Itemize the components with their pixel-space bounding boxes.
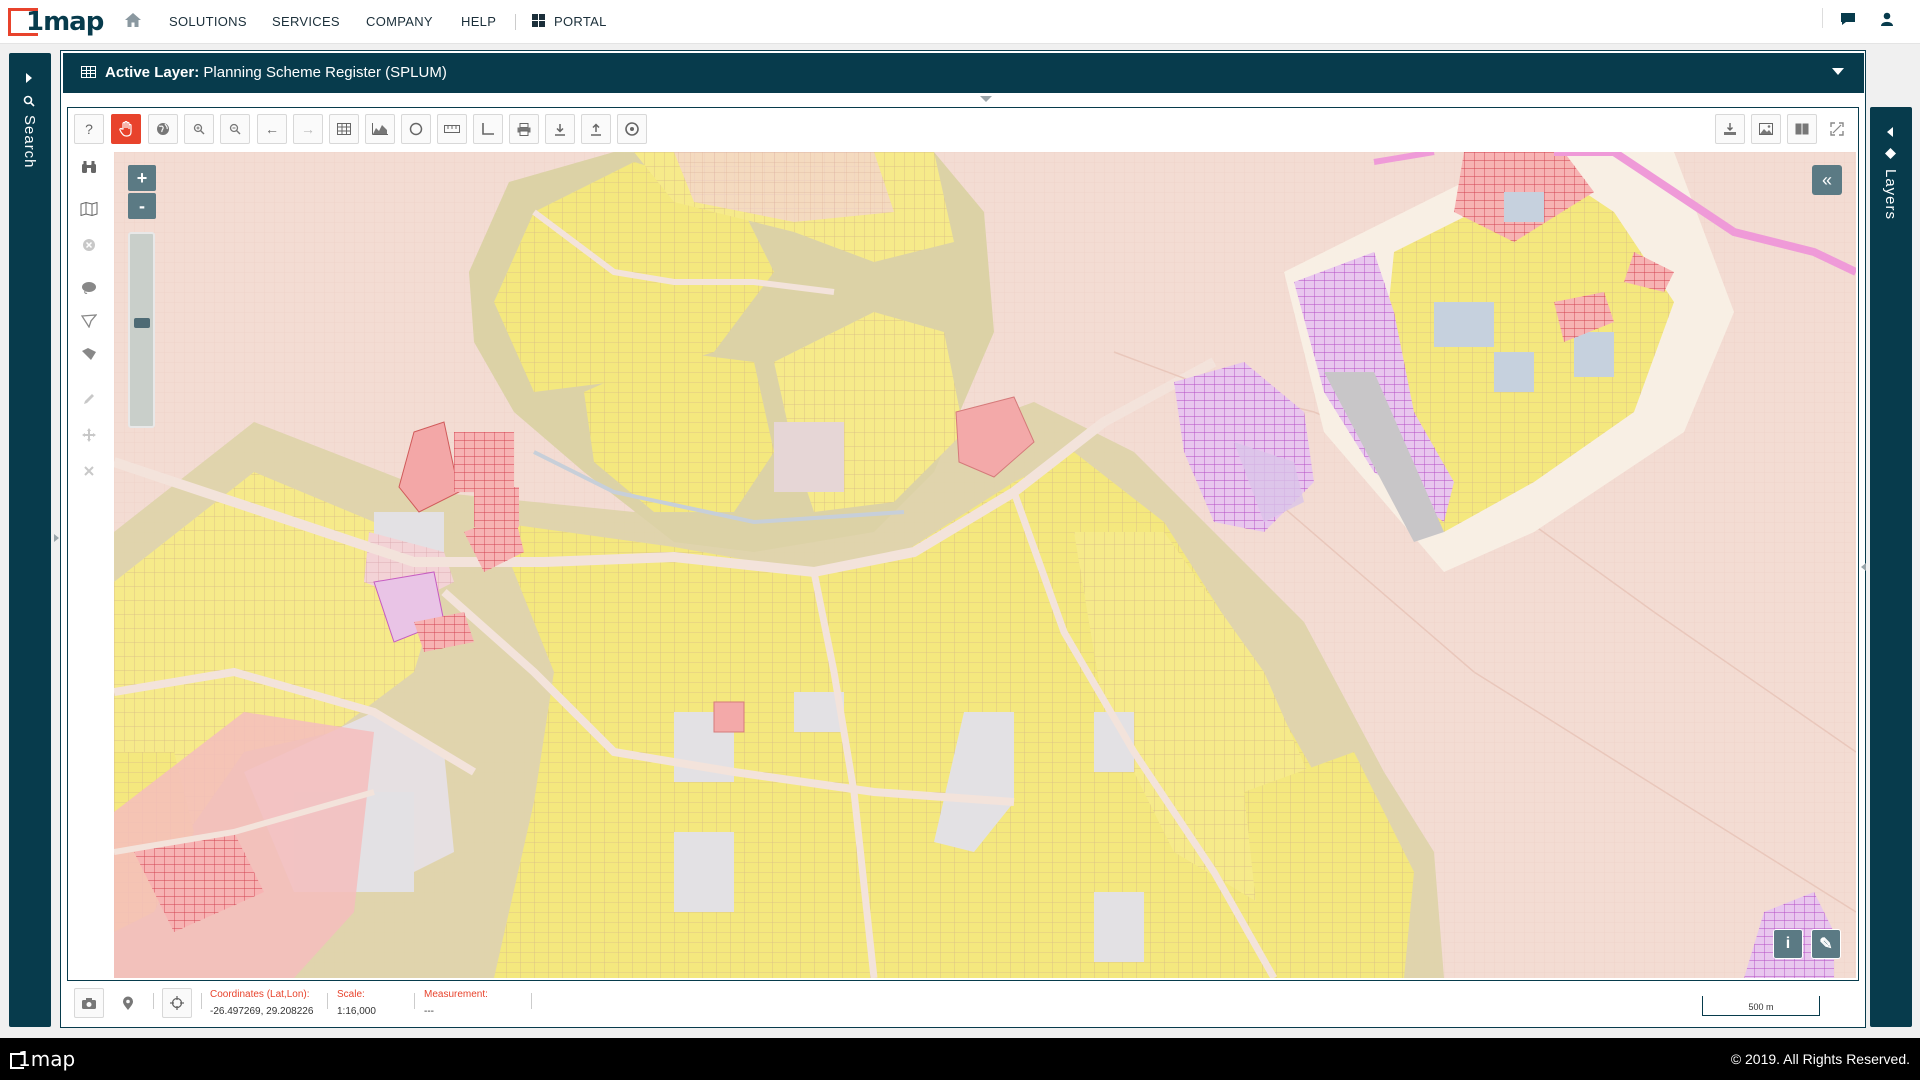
fullscreen-icon[interactable] <box>1822 114 1852 144</box>
settings-icon[interactable] <box>617 114 647 144</box>
measurement-value: --- <box>424 1006 434 1017</box>
location-pin-icon[interactable] <box>113 988 143 1018</box>
user-download-icon[interactable] <box>1715 114 1745 144</box>
help-icon[interactable]: ? <box>74 114 104 144</box>
coordinates-value: -26.497269, 29.208226 <box>210 1006 314 1017</box>
nav-right-divider <box>1822 8 1823 28</box>
search-icon <box>23 94 35 112</box>
scale-bar: 500 m <box>1702 996 1820 1016</box>
zoom-in-button[interactable]: + <box>128 165 156 191</box>
scale-label: Scale: <box>337 989 365 1000</box>
table-icon <box>81 66 96 78</box>
nav-company[interactable]: COMPANY <box>366 14 433 29</box>
map-canvas[interactable] <box>114 152 1856 978</box>
brand-logo[interactable]: 1map <box>8 6 104 38</box>
polygon-fill-icon[interactable] <box>74 339 104 369</box>
zoom-out-button[interactable]: - <box>128 193 156 219</box>
search-panel-toggle[interactable]: Search <box>9 53 51 1027</box>
nav-divider <box>515 14 516 30</box>
delete-icon[interactable] <box>74 456 104 486</box>
ruler-icon[interactable] <box>437 114 467 144</box>
layers-panel-toggle[interactable]: Layers <box>1870 107 1912 1027</box>
zoom-slider[interactable] <box>128 232 155 428</box>
upload-icon[interactable] <box>581 114 611 144</box>
lasso-circle-icon[interactable] <box>74 273 104 303</box>
download-icon[interactable] <box>545 114 575 144</box>
zoom-in-icon[interactable] <box>184 114 214 144</box>
status-divider <box>414 993 415 1009</box>
user-icon[interactable] <box>1880 12 1894 29</box>
layers-icon <box>1884 147 1897 165</box>
info-button[interactable]: i <box>1773 929 1803 959</box>
scale-value: 1:16,000 <box>337 1006 376 1017</box>
collapse-panel-button[interactable]: « <box>1812 165 1842 195</box>
layers-panel-label: Layers <box>1882 169 1899 221</box>
print-icon[interactable] <box>509 114 539 144</box>
columns-icon[interactable] <box>1787 114 1817 144</box>
table-icon[interactable] <box>329 114 359 144</box>
footer: 1map © 2019. All Rights Reserved. <box>0 1038 1920 1080</box>
camera-icon[interactable] <box>74 988 104 1018</box>
chevron-down-icon[interactable] <box>1832 68 1844 75</box>
footer-logo[interactable]: 1map <box>10 1047 75 1071</box>
back-arrow-icon[interactable]: ← <box>257 114 287 144</box>
left-handle-icon[interactable] <box>54 534 59 542</box>
forward-arrow-icon[interactable]: → <box>293 114 323 144</box>
status-divider <box>153 993 154 1009</box>
active-layer-bar[interactable]: Active Layer: Planning Scheme Register (… <box>63 53 1864 93</box>
pan-hand-icon[interactable] <box>111 114 141 144</box>
angle-icon[interactable] <box>473 114 503 144</box>
status-divider <box>201 993 202 1009</box>
edit-note-button[interactable]: ✎ <box>1811 929 1841 959</box>
polygon-icon[interactable] <box>74 306 104 336</box>
expand-left-icon <box>1887 127 1893 137</box>
coordinates-label: Coordinates (Lat,Lon): <box>210 989 310 1000</box>
globe-icon[interactable] <box>148 114 178 144</box>
status-bar <box>67 981 1859 1027</box>
crosshair-icon[interactable] <box>162 988 192 1018</box>
zoom-slider-handle[interactable] <box>134 318 150 328</box>
home-icon[interactable] <box>124 12 142 30</box>
copyright-text: © 2019. All Rights Reserved. <box>1730 1051 1910 1067</box>
clear-icon[interactable] <box>74 230 104 260</box>
pencil-icon[interactable] <box>74 384 104 414</box>
search-panel-label: Search <box>21 115 38 169</box>
image-icon[interactable] <box>1751 114 1781 144</box>
map-icon[interactable] <box>74 194 104 224</box>
logo-mark <box>8 8 38 36</box>
top-nav: 1map SOLUTIONS SERVICES COMPANY HELP POR… <box>0 0 1920 44</box>
expand-right-icon <box>26 73 32 83</box>
nav-portal[interactable]: PORTAL <box>554 14 607 29</box>
binoculars-icon[interactable] <box>74 152 104 182</box>
circle-icon[interactable] <box>401 114 431 144</box>
active-layer-label: Active Layer: Planning Scheme Register (… <box>105 64 447 81</box>
nav-solutions[interactable]: SOLUTIONS <box>169 14 247 29</box>
chart-icon[interactable] <box>365 114 395 144</box>
measurement-label: Measurement: <box>424 989 488 1000</box>
chat-icon[interactable] <box>1840 12 1856 29</box>
collapse-bar-icon[interactable] <box>980 96 992 102</box>
status-divider <box>531 993 532 1009</box>
portal-grid-icon <box>532 14 545 27</box>
right-handle-icon[interactable] <box>1861 563 1866 571</box>
status-divider <box>327 993 328 1009</box>
move-icon[interactable] <box>74 420 104 450</box>
nav-help[interactable]: HELP <box>461 14 496 29</box>
nav-services[interactable]: SERVICES <box>272 14 340 29</box>
zoom-out-icon[interactable] <box>220 114 250 144</box>
